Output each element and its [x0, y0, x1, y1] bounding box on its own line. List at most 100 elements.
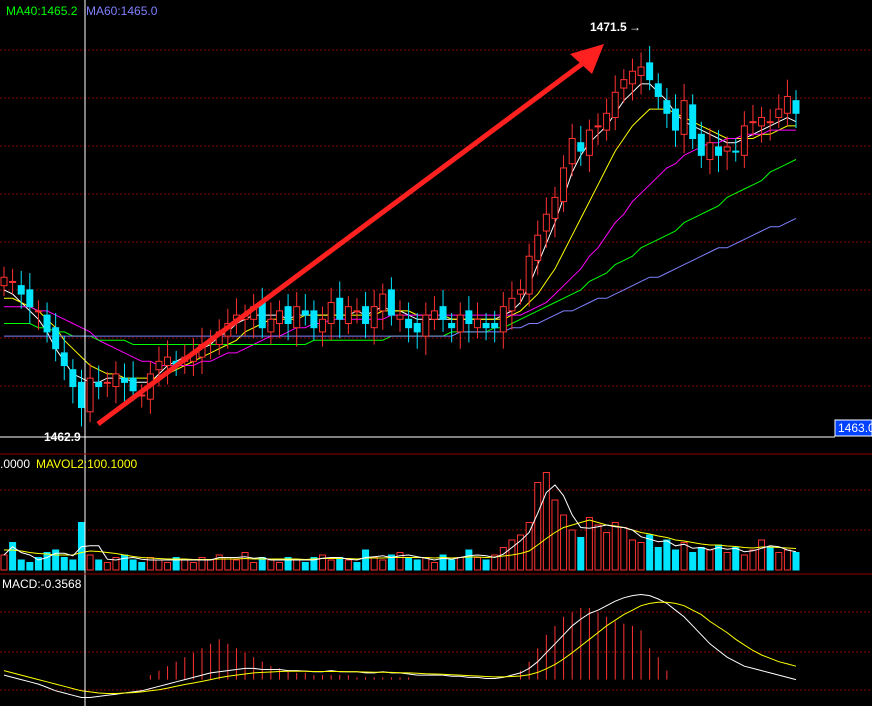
- candle-body: [456, 314, 464, 333]
- volume-bar: [344, 559, 352, 571]
- stock-chart[interactable]: MA40:1465.2 MA60:1465.0 .0000 MAVOL2:100…: [0, 0, 872, 706]
- volume-bar: [680, 542, 688, 571]
- candle-body: [370, 306, 378, 329]
- volume-bar: [164, 562, 172, 571]
- candle-body: [293, 306, 301, 329]
- volume-label: .0000: [0, 457, 30, 471]
- candle-body: [749, 121, 757, 124]
- volume-bar: [715, 544, 723, 571]
- candle-body: [508, 297, 516, 312]
- volume-bar: [129, 559, 137, 571]
- mavol2-label: MAVOL2:100.1000: [36, 457, 138, 471]
- candle-body: [60, 352, 68, 367]
- volume-bar: [121, 554, 129, 571]
- candle-body: [534, 234, 542, 261]
- candle-body: [164, 356, 172, 367]
- candle-body: [525, 255, 533, 295]
- volume-bar: [689, 552, 697, 571]
- candle-body: [758, 116, 766, 127]
- volume-bar: [155, 559, 163, 571]
- volume-bar: [473, 557, 481, 571]
- volume-bar: [138, 562, 146, 571]
- candle-body: [422, 314, 430, 337]
- volume-bar: [482, 559, 490, 571]
- candle-body: [680, 100, 688, 135]
- macd-label: MACD:-0.3568: [2, 577, 82, 591]
- candle-body: [637, 66, 645, 76]
- volume-bar: [568, 529, 576, 571]
- volume-bar: [758, 539, 766, 571]
- candle-body: [560, 167, 568, 203]
- candle-body: [482, 322, 490, 329]
- volume-bar: [353, 562, 361, 571]
- candle-body: [689, 104, 697, 140]
- candle-body: [585, 129, 593, 156]
- volume-bar: [611, 522, 619, 571]
- volume-bar: [0, 554, 8, 571]
- volume-bar: [362, 549, 370, 571]
- candle-body: [26, 289, 34, 308]
- candle-body: [103, 381, 111, 384]
- volume-bar: [551, 499, 559, 571]
- candle-body: [86, 377, 94, 413]
- ma60-label: MA60:1465.0: [86, 4, 158, 18]
- volume-bar: [766, 547, 774, 571]
- candle-body: [740, 125, 748, 156]
- volume-bar: [43, 552, 51, 571]
- candle-body: [379, 293, 387, 312]
- candle-body: [775, 108, 783, 118]
- candle-body: [17, 285, 25, 295]
- candle-body: [327, 301, 335, 324]
- volume-bar: [740, 554, 748, 571]
- high-arrow-icon: →: [629, 20, 641, 34]
- candle-body: [129, 377, 137, 392]
- candle-body: [792, 100, 800, 114]
- volume-bar: [319, 554, 327, 571]
- volume-bar: [405, 557, 413, 571]
- candle-body: [517, 289, 525, 295]
- volume-bar: [783, 549, 791, 571]
- volume-bar: [60, 557, 68, 571]
- volume-bar: [663, 539, 671, 571]
- volume-bar: [542, 472, 550, 571]
- candle-body: [95, 381, 103, 388]
- volume-bar: [327, 559, 335, 571]
- volume-bar: [103, 562, 111, 571]
- volume-bar: [775, 552, 783, 571]
- volume-bar: [232, 559, 240, 571]
- volume-bar: [430, 562, 438, 571]
- volume-bar: [585, 517, 593, 571]
- candle-body: [473, 318, 481, 329]
- volume-bar: [17, 559, 25, 571]
- volume-bar: [267, 559, 275, 571]
- volume-bar: [301, 562, 309, 571]
- candle-body: [430, 310, 438, 320]
- last-price-label: 1463.0: [838, 421, 872, 435]
- high-price-label: 1471.5: [590, 20, 627, 34]
- volume-bar: [181, 559, 189, 571]
- chart-background: [0, 0, 872, 706]
- volume-bar: [189, 562, 197, 571]
- candle-body: [34, 310, 42, 313]
- candle-body: [542, 213, 550, 232]
- candle-body: [620, 79, 628, 89]
- candle-body: [603, 112, 611, 131]
- volume-bar: [534, 482, 542, 571]
- candle-body: [284, 306, 292, 324]
- ma40-label: MA40:1465.2: [6, 4, 78, 18]
- volume-bar: [379, 559, 387, 571]
- candle-body: [396, 314, 404, 320]
- candle-body: [77, 381, 85, 409]
- volume-bar: [456, 557, 464, 571]
- volume-bar: [465, 549, 473, 571]
- candle-body: [413, 322, 421, 333]
- candle-body: [577, 142, 585, 152]
- candle-body: [448, 322, 456, 329]
- volume-bar: [413, 559, 421, 571]
- volume-bar: [336, 557, 344, 571]
- volume-bar: [628, 539, 636, 571]
- volume-bar: [448, 559, 456, 571]
- candle-body: [723, 146, 731, 152]
- candle-body: [0, 276, 8, 287]
- volume-bar: [577, 537, 585, 571]
